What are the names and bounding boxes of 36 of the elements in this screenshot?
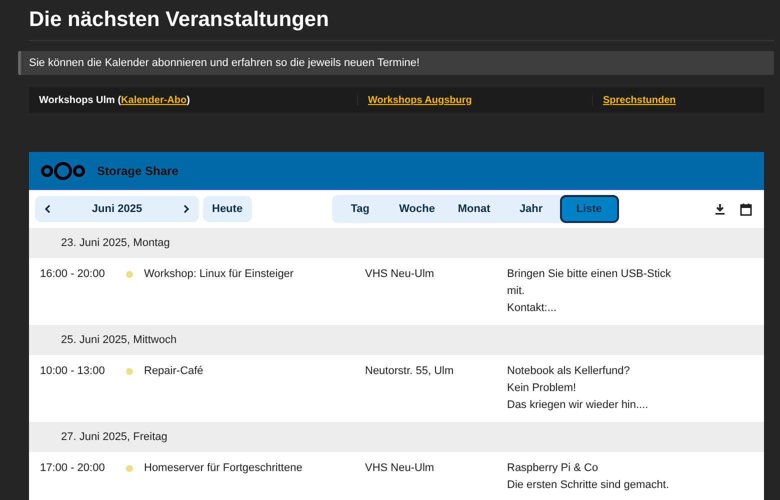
event-description-line: Kontakt:... <box>507 301 558 316</box>
view-tab[interactable]: Tag <box>332 195 389 223</box>
event-description-line: Das kriegen wir wieder hin.... <box>507 398 650 413</box>
view-tab[interactable]: Monat <box>446 195 503 223</box>
day-heading: 23. Juni 2025, Montag <box>29 228 764 258</box>
event-time: 16:00 - 20:00 <box>40 267 106 282</box>
event-location: VHS Neu-Ulm <box>365 461 436 476</box>
calendar-icon[interactable] <box>740 202 752 216</box>
event-description-line: Die ersten Schritte sind gemacht. <box>507 478 670 493</box>
view-tab[interactable]: Woche <box>388 195 446 223</box>
brand-name: Storage Share <box>97 164 178 178</box>
event-time: 10:00 - 13:00 <box>40 364 106 379</box>
event-description-line: Kein Problem! <box>507 381 578 396</box>
event-location: Neutorstr. 55, Ulm <box>365 364 455 379</box>
subscribe-link[interactable]: Kalender-Abo <box>121 94 187 106</box>
today-button[interactable]: Heute <box>203 196 252 222</box>
three-rings-logo-icon <box>40 161 86 181</box>
download-icon[interactable] <box>714 202 726 214</box>
calendar-link-label: Workshops Ulm (Kalender-Abo) <box>39 94 190 106</box>
event-location: VHS Neu-Ulm <box>365 267 436 282</box>
view-tab[interactable]: Jahr <box>502 195 560 223</box>
day-heading: 27. Juni 2025, Freitag <box>29 422 764 452</box>
page-title: Die nächsten Veranstaltungen <box>29 8 329 33</box>
day-heading: 25. Juni 2025, Mittwoch <box>29 325 764 355</box>
event-time: 17:00 - 20:00 <box>40 461 106 476</box>
event-title[interactable]: Homeserver für Fortgeschrittene <box>144 460 365 494</box>
event-description-line: Bringen Sie bitte einen USB-Stick mit. <box>507 267 672 299</box>
chevron-left-icon <box>43 204 53 214</box>
subscribe-link[interactable]: Workshops Augsburg <box>368 94 472 106</box>
notice-banner: Sie können die Kalender abonnieren und erfahren so die jeweils neuen Termine! <box>18 51 774 75</box>
event-description-line: Notebook als Kellerfund? <box>507 364 631 379</box>
month-label: Juni 2025 <box>92 203 142 215</box>
event-title[interactable]: Repair-Café <box>144 363 365 414</box>
event-title[interactable]: Workshop: Linux für Einsteiger <box>144 266 365 317</box>
subscribe-link[interactable]: Sprechstunden <box>603 94 676 106</box>
event-description-line: Raspberry Pi & Co <box>507 461 600 476</box>
